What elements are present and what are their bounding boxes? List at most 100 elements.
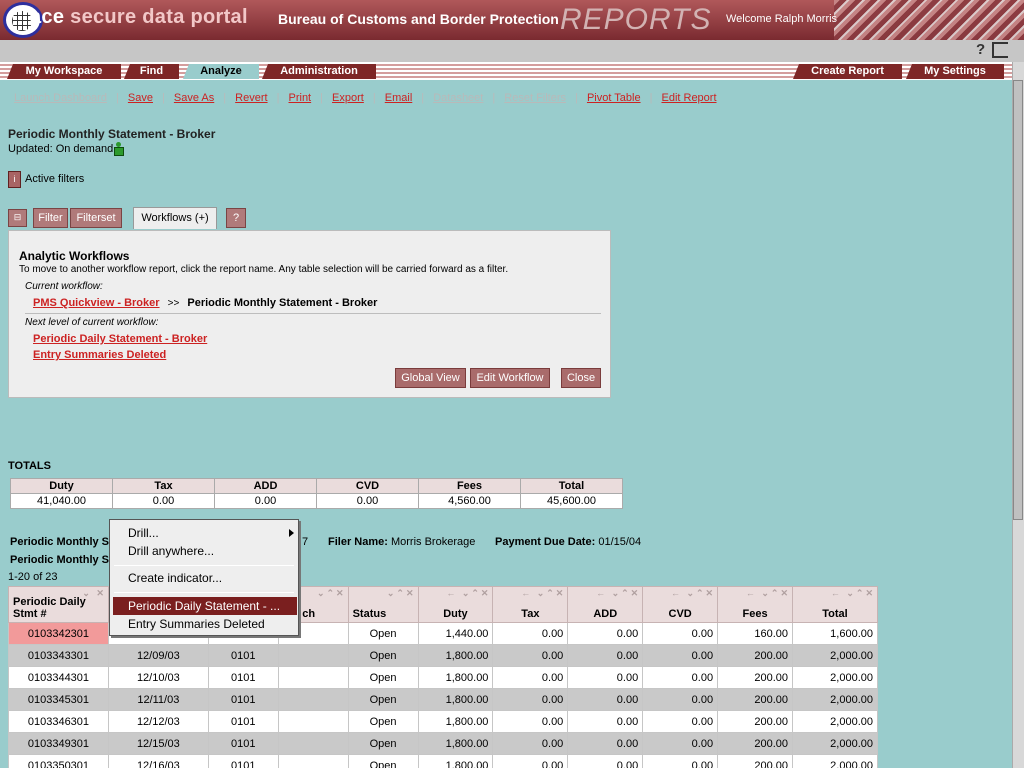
scrollbar-thumb[interactable] — [1013, 80, 1023, 520]
table-row[interactable]: 0103346301 12/12/03 0101 Open 1,800.00 0.00 0.… — [8, 710, 878, 733]
table-cell[interactable]: 0.00 — [567, 644, 644, 667]
table-cell[interactable]: 0103345301 — [8, 688, 109, 711]
export-link[interactable]: Export — [332, 92, 364, 104]
table-cell[interactable]: Open — [347, 688, 419, 711]
revert-link[interactable]: Revert — [235, 92, 267, 104]
table-cell[interactable]: Open — [347, 644, 419, 667]
table-cell[interactable]: 0103342301 — [8, 622, 109, 645]
table-cell[interactable]: 1,800.00 — [417, 710, 494, 733]
tab-workflows[interactable]: Workflows (+) — [133, 207, 217, 229]
collapse-icon[interactable]: ⊟ — [8, 209, 27, 227]
column-header[interactable]: ⌄ ✕ Periodic Daily Stmt # — [8, 586, 109, 623]
menu-item-create-indicator[interactable]: Create indicator... — [110, 569, 300, 587]
table-cell[interactable]: 0103350301 — [8, 754, 109, 768]
tab-administration[interactable]: Administration — [262, 64, 376, 79]
table-cell[interactable]: 0.00 — [492, 622, 569, 645]
table-cell[interactable]: 0101 — [207, 644, 279, 667]
menu-item-entry-summaries-deleted[interactable]: Entry Summaries Deleted — [110, 615, 300, 633]
table-cell[interactable] — [277, 754, 349, 768]
table-cell[interactable]: 0.00 — [567, 754, 644, 768]
menu-item-drill-anywhere[interactable]: Drill anywhere... — [110, 542, 300, 560]
save-as-link[interactable]: Save As — [174, 92, 214, 104]
table-row[interactable]: 0103349301 12/15/03 0101 Open 1,800.00 0.00 0.… — [8, 732, 878, 755]
column-header[interactable]: ← ⌄⌃✕ CVD — [642, 586, 719, 623]
table-cell[interactable]: 0.00 — [492, 710, 569, 733]
table-cell[interactable]: 2,000.00 — [792, 644, 878, 667]
table-cell[interactable]: 0.00 — [567, 622, 644, 645]
table-cell[interactable]: 1,800.00 — [417, 688, 494, 711]
table-cell[interactable]: 200.00 — [717, 666, 793, 689]
table-cell[interactable]: 0.00 — [567, 710, 644, 733]
column-header[interactable]: ⌄⌃✕ Status — [347, 586, 419, 623]
my-settings-tab[interactable]: My Settings — [906, 64, 1004, 79]
table-cell[interactable]: 0.00 — [492, 666, 569, 689]
column-header[interactable]: ← ⌄⌃✕ Duty — [417, 586, 494, 623]
table-cell[interactable]: 0.00 — [492, 754, 569, 768]
table-row[interactable]: 0103350301 12/16/03 0101 Open 1,800.00 0.00 0.… — [8, 754, 878, 768]
help-icon[interactable]: ? — [976, 42, 990, 58]
pms-quickview-link[interactable]: PMS Quickview - Broker — [33, 297, 160, 309]
table-cell[interactable]: 200.00 — [717, 732, 793, 755]
table-cell[interactable]: 0.00 — [492, 688, 569, 711]
tab-my-workspace[interactable]: My Workspace — [7, 64, 121, 79]
tab-filter[interactable]: Filter — [33, 208, 68, 228]
table-cell[interactable] — [277, 688, 349, 711]
table-cell[interactable]: 0.00 — [642, 644, 719, 667]
table-cell[interactable]: Open — [347, 754, 419, 768]
table-cell[interactable]: 1,440.00 — [417, 622, 494, 645]
table-cell[interactable]: 0.00 — [642, 754, 719, 768]
table-cell[interactable] — [277, 710, 349, 733]
tab-find[interactable]: Find — [124, 64, 179, 79]
table-cell[interactable] — [277, 732, 349, 755]
edit-report-link[interactable]: Edit Report — [661, 92, 716, 104]
table-cell[interactable]: 0101 — [207, 666, 279, 689]
table-cell[interactable]: Open — [347, 666, 419, 689]
table-cell[interactable]: 0103344301 — [8, 666, 109, 689]
logout-icon[interactable] — [992, 42, 1008, 58]
table-cell[interactable]: 0.00 — [642, 666, 719, 689]
table-cell[interactable]: 0.00 — [492, 644, 569, 667]
save-link[interactable]: Save — [128, 92, 153, 104]
table-cell[interactable]: Open — [347, 732, 419, 755]
table-cell[interactable]: 1,800.00 — [417, 666, 494, 689]
table-cell[interactable]: 200.00 — [717, 710, 793, 733]
table-cell[interactable]: 12/09/03 — [107, 644, 209, 667]
table-cell[interactable]: 0.00 — [642, 732, 719, 755]
table-cell[interactable]: 0.00 — [567, 732, 644, 755]
table-cell[interactable]: 0.00 — [492, 732, 569, 755]
edit-workflow-button[interactable]: Edit Workflow — [470, 368, 550, 388]
table-cell[interactable]: 0103343301 — [8, 644, 109, 667]
table-cell[interactable]: 1,800.00 — [417, 644, 494, 667]
table-cell[interactable]: 0103349301 — [8, 732, 109, 755]
create-report-tab[interactable]: Create Report — [793, 64, 902, 79]
table-row[interactable]: 0103344301 12/10/03 0101 Open 1,800.00 0.00 0.… — [8, 666, 878, 689]
tab-filterset[interactable]: Filterset — [70, 208, 122, 228]
table-cell[interactable]: Open — [347, 622, 419, 645]
entry-summaries-deleted-link[interactable]: Entry Summaries Deleted — [33, 349, 166, 361]
print-link[interactable]: Print — [289, 92, 312, 104]
table-cell[interactable]: 12/16/03 — [107, 754, 209, 768]
table-cell[interactable]: 2,000.00 — [792, 666, 878, 689]
pivot-table-link[interactable]: Pivot Table — [587, 92, 641, 104]
table-cell[interactable]: 0.00 — [642, 622, 719, 645]
table-cell[interactable]: 12/11/03 — [107, 688, 209, 711]
table-cell[interactable]: 200.00 — [717, 754, 793, 768]
table-cell[interactable]: 0103346301 — [8, 710, 109, 733]
table-row[interactable]: 0103343301 12/09/03 0101 Open 1,800.00 0.00 0.… — [8, 644, 878, 667]
table-cell[interactable]: 1,800.00 — [417, 754, 494, 768]
menu-item-drill[interactable]: Drill... — [110, 524, 300, 542]
table-row[interactable]: 0103345301 12/11/03 0101 Open 1,800.00 0.00 0.… — [8, 688, 878, 711]
table-cell[interactable] — [277, 666, 349, 689]
table-cell[interactable]: 2,000.00 — [792, 710, 878, 733]
help-button[interactable]: ? — [226, 208, 246, 228]
filter-info-icon[interactable]: i — [8, 171, 21, 188]
table-cell[interactable]: 0.00 — [642, 710, 719, 733]
table-cell[interactable]: 2,000.00 — [792, 754, 878, 768]
table-cell[interactable]: 200.00 — [717, 644, 793, 667]
table-cell[interactable]: 0.00 — [567, 666, 644, 689]
periodic-daily-statement-link[interactable]: Periodic Daily Statement - Broker — [33, 333, 207, 345]
table-cell[interactable]: 1,600.00 — [792, 622, 878, 645]
column-header[interactable]: ← ⌄⌃✕ Total — [792, 586, 878, 623]
table-cell[interactable]: 0101 — [207, 688, 279, 711]
table-cell[interactable]: 2,000.00 — [792, 732, 878, 755]
